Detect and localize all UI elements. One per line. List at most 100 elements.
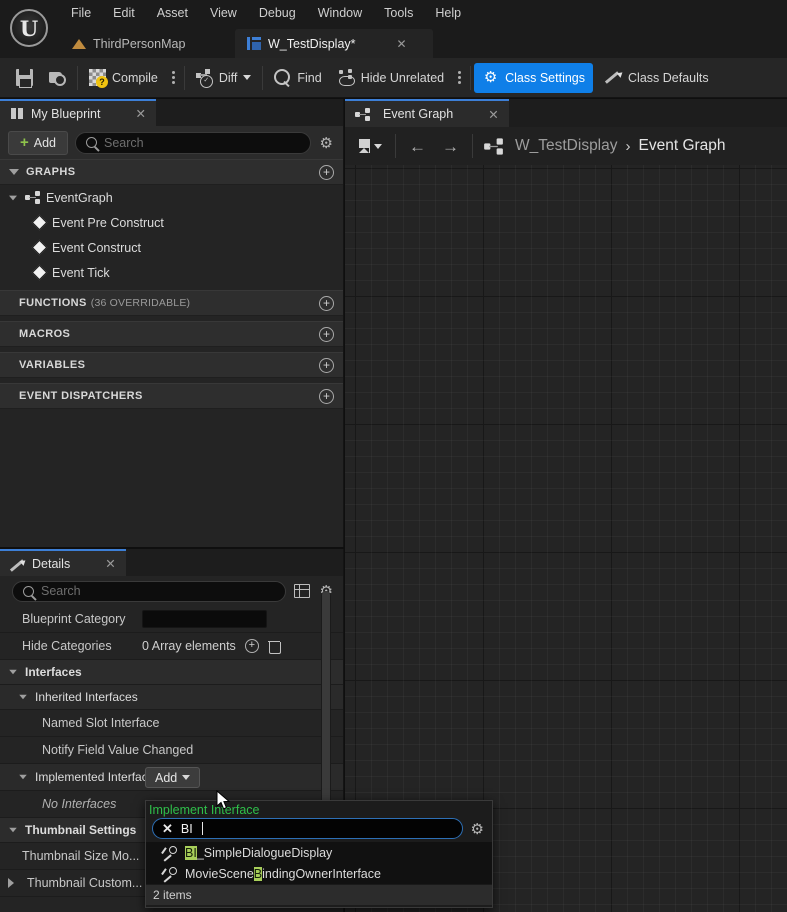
add-graph-button[interactable]: + — [319, 164, 334, 180]
tree-item-event-construct[interactable]: Event Construct — [0, 235, 343, 260]
interface-icon — [161, 846, 177, 859]
results-count: 2 items — [146, 884, 492, 905]
chevron-right-icon[interactable] — [8, 878, 14, 888]
browse-button[interactable] — [41, 63, 74, 93]
inherited-interface-notify-field-value-changed[interactable]: Notify Field Value Changed — [0, 737, 343, 764]
diff-label: Diff — [218, 70, 238, 85]
add-function-button[interactable]: + — [319, 295, 334, 311]
toolbar-divider — [183, 65, 185, 90]
details-search[interactable] — [12, 580, 286, 602]
my-blueprint-search[interactable] — [75, 131, 311, 154]
graph-node-icon — [355, 107, 370, 121]
unreal-engine-logo-icon[interactable]: U — [10, 9, 48, 47]
diff-button[interactable]: Diff — [188, 63, 260, 93]
close-icon[interactable]: ✕ — [488, 107, 498, 122]
interface-search-field[interactable]: ✕ BI — [152, 818, 463, 839]
menu-file[interactable]: File — [60, 0, 102, 26]
add-button[interactable]: + Add — [8, 130, 69, 155]
close-icon[interactable]: ✕ — [397, 37, 407, 51]
section-graphs[interactable]: GRAPHS + — [0, 159, 343, 185]
interface-icon — [161, 867, 177, 880]
asset-tab-strip: ThirdPersonMap W_TestDisplay* ✕ — [60, 27, 433, 58]
graph-node-icon — [25, 191, 40, 204]
class-settings-button[interactable]: ⚙ Class Settings — [474, 62, 594, 93]
gear-icon[interactable]: ⚙ — [318, 134, 335, 152]
add-macro-button[interactable]: + — [319, 326, 334, 342]
find-button[interactable]: Find — [266, 63, 329, 93]
menu-edit[interactable]: Edit — [102, 0, 146, 26]
compile-button[interactable]: Compile — [81, 63, 166, 93]
tree-item-label: EventGraph — [46, 190, 113, 205]
asset-tab-label: W_TestDisplay* — [268, 36, 356, 51]
section-label: MACROS — [19, 328, 71, 340]
tree-item-label: Event Pre Construct — [52, 215, 164, 230]
add-interface-button[interactable]: Add — [145, 767, 201, 788]
category-inherited-interfaces[interactable]: Inherited Interfaces — [0, 685, 343, 710]
search-input[interactable] — [104, 135, 300, 150]
category-implemented-interfaces[interactable]: Implemented Interfac Add — [0, 764, 343, 791]
list-item[interactable]: BI_SimpleDialogueDisplay — [146, 842, 492, 863]
asset-tab-w-testdisplay[interactable]: W_TestDisplay* ✕ — [235, 29, 433, 58]
menu-help[interactable]: Help — [424, 0, 472, 26]
search-input[interactable] — [41, 584, 275, 598]
add-variable-button[interactable]: + — [319, 357, 334, 373]
add-array-element-button[interactable]: + — [244, 639, 259, 653]
section-functions[interactable]: FUNCTIONS (36 OVERRIDABLE) + — [0, 290, 343, 316]
chevron-down-icon[interactable] — [243, 75, 252, 80]
pencil-icon — [604, 69, 625, 86]
trash-icon[interactable] — [267, 639, 281, 654]
tab-details[interactable]: Details ✕ — [0, 549, 126, 576]
compile-icon — [89, 69, 108, 88]
compile-options-button[interactable] — [166, 71, 181, 84]
close-icon[interactable]: ✕ — [135, 106, 145, 121]
tab-event-graph[interactable]: Event Graph ✕ — [345, 99, 509, 127]
graph-node-icon — [484, 137, 503, 155]
arrow-left-icon: ← — [409, 136, 426, 156]
tree-item-event-tick[interactable]: Event Tick — [0, 260, 343, 285]
gear-icon[interactable]: ⚙ — [469, 820, 486, 838]
menu-view[interactable]: View — [199, 0, 248, 26]
add-event-dispatcher-button[interactable]: + — [319, 388, 334, 404]
category-interfaces[interactable]: Interfaces — [0, 660, 343, 685]
class-defaults-button[interactable]: Class Defaults — [597, 63, 717, 93]
navigate-forward-button[interactable]: → — [436, 135, 465, 158]
hide-unrelated-options-button[interactable] — [452, 71, 467, 84]
save-button[interactable] — [8, 63, 41, 93]
asset-tab-thirdpersonmap[interactable]: ThirdPersonMap — [60, 29, 235, 58]
section-macros[interactable]: MACROS + — [0, 321, 343, 347]
search-icon — [86, 137, 98, 148]
breadcrumb-root[interactable]: W_TestDisplay — [515, 137, 618, 155]
section-variables[interactable]: VARIABLES + — [0, 352, 343, 378]
menu-debug[interactable]: Debug — [248, 0, 307, 26]
tab-my-blueprint[interactable]: My Blueprint ✕ — [0, 99, 156, 126]
hide-unrelated-label: Hide Unrelated — [360, 70, 445, 85]
bookmark-button[interactable] — [353, 136, 388, 156]
close-icon[interactable]: ✕ — [105, 556, 115, 571]
section-event-dispatchers[interactable]: EVENT DISPATCHERS + — [0, 383, 343, 409]
chevron-down-icon[interactable] — [9, 195, 17, 200]
tree-item-event-pre-construct[interactable]: Event Pre Construct — [0, 210, 343, 235]
close-icon[interactable]: ✕ — [162, 822, 173, 835]
list-item-label: _SimpleDialogueDisplay — [196, 845, 333, 860]
list-item[interactable]: MovieSceneBindingOwnerInterface — [146, 863, 492, 884]
pencil-icon — [9, 557, 28, 572]
category-label: Thumbnail Settings — [25, 823, 137, 837]
scrollbar-thumb[interactable] — [322, 591, 330, 806]
class-settings-label: Class Settings — [505, 70, 586, 85]
tree-item-eventgraph[interactable]: EventGraph — [0, 185, 343, 210]
menu-asset[interactable]: Asset — [146, 0, 199, 26]
menu-tools[interactable]: Tools — [373, 0, 424, 26]
column-layout-icon[interactable] — [293, 584, 310, 598]
property-row-blueprint-category[interactable]: Blueprint Category — [0, 606, 343, 633]
graph-toolbar: ← → W_TestDisplay › Event Graph — [345, 127, 787, 165]
search-icon — [23, 585, 34, 597]
property-row-hide-categories[interactable]: Hide Categories 0 Array elements + — [0, 633, 343, 660]
menu-window[interactable]: Window — [307, 0, 373, 26]
inherited-interface-named-slot[interactable]: Named Slot Interface — [0, 710, 343, 737]
event-node-icon — [31, 239, 48, 256]
toolbar-divider — [77, 65, 78, 90]
blueprint-category-input[interactable] — [142, 610, 267, 628]
no-interfaces-label: No Interfaces — [42, 797, 117, 811]
hide-unrelated-button[interactable]: Hide Unrelated — [330, 63, 452, 93]
navigate-back-button[interactable]: ← — [403, 135, 432, 158]
